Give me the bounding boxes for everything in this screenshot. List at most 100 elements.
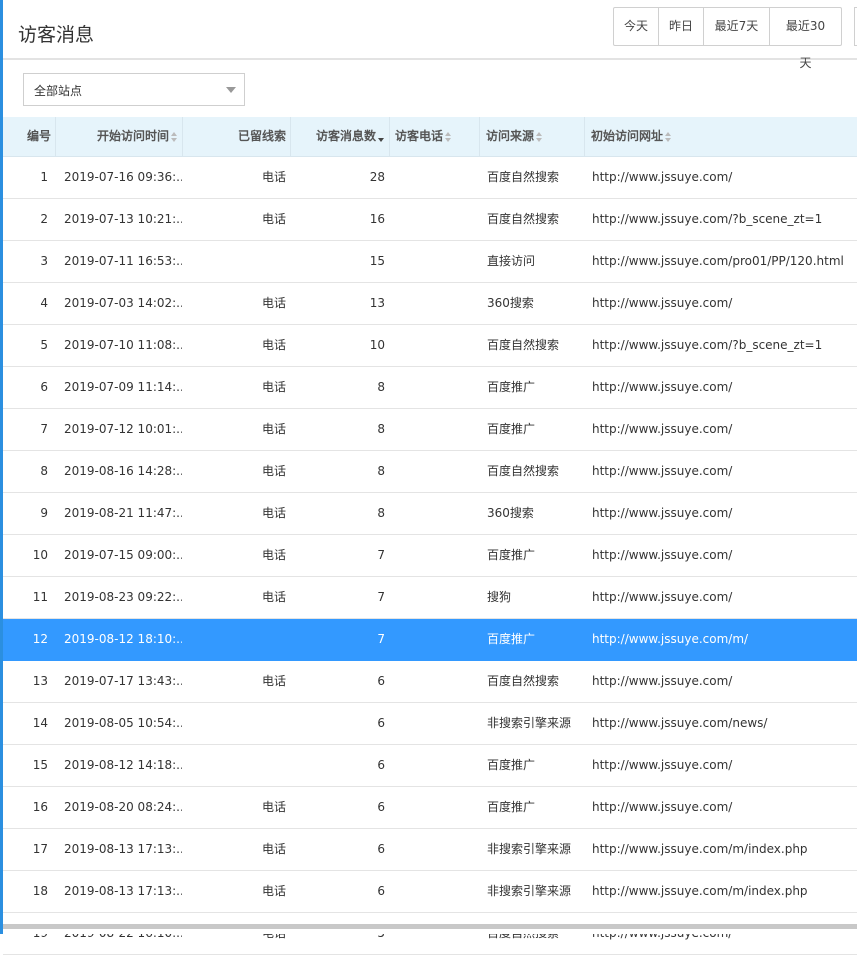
- row-start-time: 2019-08-13 17:13:...: [64, 884, 182, 898]
- row-number: 8: [40, 464, 48, 478]
- table-row[interactable]: 12 2019-08-12 18:10:... 7 百度推广 http://www.js…: [3, 619, 857, 661]
- row-phone: [395, 661, 480, 702]
- row-start-time: 2019-08-13 17:13:...: [64, 842, 182, 856]
- row-phone: [395, 619, 480, 660]
- column-header-label: 已留线索: [237, 129, 286, 143]
- row-number: 10: [32, 548, 48, 562]
- row-source: 百度自然搜索: [487, 212, 560, 226]
- site-filter-select[interactable]: 全部站点: [23, 73, 245, 106]
- row-clue: 电话: [261, 884, 286, 898]
- row-phone: [395, 703, 480, 744]
- row-url: http://www.jssuye.com/news/: [592, 716, 768, 730]
- column-header-label: 访客消息数: [315, 129, 376, 143]
- row-number: 1: [40, 170, 48, 184]
- range-last-30-days-button[interactable]: 最近30天: [770, 8, 841, 70]
- row-number: 2: [40, 212, 48, 226]
- table-row[interactable]: 8 2019-08-16 14:28:... 电话 8 百度自然搜索 http://www…: [3, 451, 857, 493]
- row-source: 百度推广: [487, 548, 536, 562]
- table-row[interactable]: 9 2019-08-21 11:47:... 电话 8 360搜索 http://www.…: [3, 493, 857, 535]
- table-row[interactable]: 3 2019-07-11 16:53:... 15 直接访问 http://www.js…: [3, 241, 857, 283]
- row-source: 360搜索: [487, 296, 534, 310]
- row-start-time: 2019-07-15 09:00:...: [64, 548, 182, 562]
- row-number: 7: [40, 422, 48, 436]
- row-url: http://www.jssuye.com/: [592, 422, 733, 436]
- row-phone: [395, 157, 480, 198]
- row-number: 3: [40, 254, 48, 268]
- column-header-source[interactable]: 访问来源: [480, 117, 585, 156]
- row-phone: [395, 829, 480, 870]
- sort-icon: [445, 131, 452, 142]
- table-row[interactable]: 6 2019-07-09 11:14:... 电话 8 百度推广 http://www.j…: [3, 367, 857, 409]
- table-row[interactable]: 15 2019-08-12 14:18:... 6 百度推广 http://www.js…: [3, 745, 857, 787]
- row-message-count: 6: [377, 758, 385, 772]
- table-row[interactable]: 18 2019-08-13 17:13:... 电话 6 非搜索引擎来源 http://w…: [3, 871, 857, 913]
- row-message-count: 7: [377, 548, 385, 562]
- range-last-7-days-button[interactable]: 最近7天: [704, 8, 770, 45]
- row-clue: 电话: [261, 590, 286, 604]
- row-source: 非搜索引擎来源: [487, 716, 572, 730]
- range-today-button[interactable]: 今天: [614, 8, 659, 45]
- table-row[interactable]: 1 2019-07-16 09:36:... 电话 28 百度自然搜索 http://ww…: [3, 157, 857, 199]
- row-message-count: 13: [369, 296, 385, 310]
- horizontal-scrollbar[interactable]: [3, 923, 857, 934]
- row-clue: 电话: [261, 296, 286, 310]
- table-row[interactable]: 16 2019-08-20 08:24:... 电话 6 百度推广 http://www.…: [3, 787, 857, 829]
- table-row[interactable]: 10 2019-07-15 09:00:... 电话 7 百度推广 http://www.…: [3, 535, 857, 577]
- column-header-label: 初始访问网址: [591, 129, 664, 143]
- row-url: http://www.jssuye.com/m/index.php: [592, 884, 808, 898]
- table-row[interactable]: 5 2019-07-10 11:08:... 电话 10 百度自然搜索 http://ww…: [3, 325, 857, 367]
- row-clue: 电话: [261, 380, 286, 394]
- column-header-label: 编号: [26, 129, 51, 143]
- table-row[interactable]: 14 2019-08-05 10:54:... 6 非搜索引擎来源 http://www…: [3, 703, 857, 745]
- table-row[interactable]: 2 2019-07-13 10:21:... 电话 16 百度自然搜索 http://ww…: [3, 199, 857, 241]
- row-message-count: 6: [377, 716, 385, 730]
- row-url: http://www.jssuye.com/: [592, 548, 733, 562]
- row-phone: [395, 325, 480, 366]
- row-message-count: 6: [377, 674, 385, 688]
- table-row[interactable]: 192019-08-22 16:10:...电话5百度自然搜索http://ww…: [3, 913, 857, 955]
- row-number: 14: [32, 716, 48, 730]
- row-phone: [395, 199, 480, 240]
- row-number: 9: [40, 506, 48, 520]
- row-phone: [395, 493, 480, 534]
- sort-icon: [665, 131, 672, 142]
- row-source: 非搜索引擎来源: [487, 842, 572, 856]
- row-phone: [395, 535, 480, 576]
- row-source: 百度自然搜索: [487, 170, 560, 184]
- column-header-url[interactable]: 初始访问网址: [585, 117, 857, 156]
- row-clue: [183, 703, 286, 744]
- row-clue: [183, 745, 286, 786]
- visitor-message-table: 编号 开始访问时间 已留线索 访客消息数 访客电话 访问来源 初始访问网址 12…: [3, 117, 857, 955]
- row-clue: 电话: [261, 422, 286, 436]
- row-message-count: 8: [377, 422, 385, 436]
- column-header-clue[interactable]: 已留线索: [183, 117, 291, 156]
- row-clue: 电话: [261, 842, 286, 856]
- table-row[interactable]: 17 2019-08-13 17:13:... 电话 6 非搜索引擎来源 http://w…: [3, 829, 857, 871]
- row-start-time: 2019-07-12 10:01:...: [64, 422, 182, 436]
- column-header-phone[interactable]: 访客电话: [390, 117, 480, 156]
- column-header-no[interactable]: 编号: [3, 117, 56, 156]
- row-clue: 电话: [261, 170, 286, 184]
- row-number: 11: [32, 590, 48, 604]
- row-phone: [395, 745, 480, 786]
- row-message-count: 10: [369, 338, 385, 352]
- row-number: 6: [40, 380, 48, 394]
- table-body: 1 2019-07-16 09:36:... 电话 28 百度自然搜索 http://ww…: [3, 157, 857, 955]
- column-header-label: 访客电话: [395, 129, 444, 143]
- page-header: 访客消息 今天 昨日 最近7天 最近30天: [3, 0, 857, 70]
- row-start-time: 2019-08-12 14:18:...: [64, 758, 182, 772]
- column-header-start-time[interactable]: 开始访问时间: [56, 117, 183, 156]
- scrollbar-track[interactable]: [3, 924, 857, 929]
- table-row[interactable]: 11 2019-08-23 09:22:... 电话 7 搜狗 http://www.js…: [3, 577, 857, 619]
- column-header-message-count[interactable]: 访客消息数: [291, 117, 390, 156]
- row-source: 百度推广: [487, 422, 536, 436]
- sort-desc-icon: [378, 132, 385, 142]
- table-row[interactable]: 4 2019-07-03 14:02:... 电话 13 360搜索 http://www…: [3, 283, 857, 325]
- table-row[interactable]: 7 2019-07-12 10:01:... 电话 8 百度推广 http://www.j…: [3, 409, 857, 451]
- row-start-time: 2019-07-17 13:43:...: [64, 674, 182, 688]
- row-start-time: 2019-08-21 11:47:...: [64, 506, 182, 520]
- row-phone: [395, 367, 480, 408]
- row-clue: 电话: [261, 506, 286, 520]
- range-yesterday-button[interactable]: 昨日: [659, 8, 704, 45]
- table-row[interactable]: 13 2019-07-17 13:43:... 电话 6 百度自然搜索 http://ww…: [3, 661, 857, 703]
